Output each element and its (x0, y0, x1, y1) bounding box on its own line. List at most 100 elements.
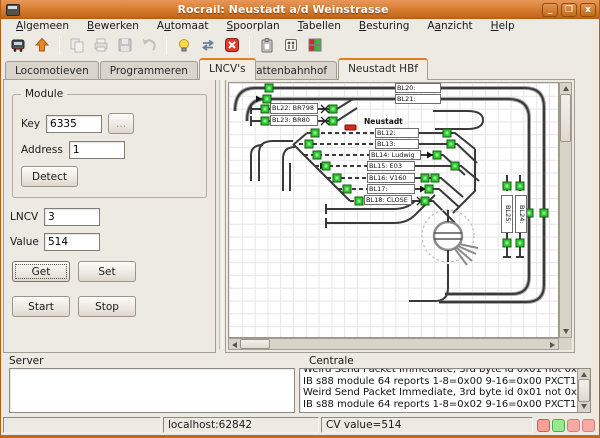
centrale-scroll-thumb[interactable] (578, 379, 590, 402)
block-label[interactable]: BL22: BR798 (270, 103, 318, 114)
block-label[interactable]: BL25: (501, 195, 513, 233)
menu-bewerken[interactable]: Bewerken (78, 20, 148, 32)
block-label[interactable]: BL21: (395, 94, 441, 104)
block-label[interactable]: BL23: BR80 (270, 115, 318, 126)
menu-bar: AlgemeenBewerkenAutomaatSpoorplanTabelle… (1, 19, 599, 32)
train-icon[interactable] (7, 34, 29, 56)
scroll-down-icon[interactable] (563, 329, 569, 334)
address-input[interactable] (69, 141, 125, 159)
block-label[interactable]: BL15: E03 (367, 161, 415, 171)
sensor-light (450, 143, 453, 146)
stop-icon[interactable] (221, 34, 243, 56)
plan-vscrollbar[interactable] (559, 82, 572, 338)
tab-neustadt-hbf[interactable]: Neustadt HBf (338, 58, 428, 80)
sensor-light (428, 188, 431, 191)
led-red (537, 419, 550, 432)
block-label[interactable]: BL24: (515, 195, 527, 233)
hscroll-thumb[interactable] (240, 339, 270, 349)
sensor-light (325, 165, 328, 168)
block-label[interactable]: BL17: (367, 184, 415, 194)
start-button[interactable]: Start (12, 296, 70, 317)
key-input[interactable] (46, 115, 102, 133)
detect-button[interactable]: Detect (21, 166, 78, 187)
minimize-button[interactable]: _ (542, 3, 558, 17)
log-line: Weird Send Packet Immediate, 3rd byte id… (303, 387, 574, 399)
paste-icon[interactable] (256, 34, 278, 56)
toolbar-separator (249, 36, 250, 54)
lamp-icon[interactable] (173, 34, 195, 56)
block-label[interactable]: BL18: CLOSE (364, 195, 412, 205)
sensor-light (332, 108, 335, 111)
status-leds (535, 417, 597, 433)
interface-icon[interactable] (280, 34, 302, 56)
undo-icon (138, 34, 160, 56)
block-label[interactable]: BL13: (375, 139, 419, 149)
module-group: Module Key ... Address Detect (12, 88, 207, 198)
menu-tabellen[interactable]: Tabellen (289, 20, 350, 32)
print-icon (90, 34, 112, 56)
maximize-button[interactable]: ❐ (561, 3, 577, 17)
server-log[interactable] (9, 368, 295, 413)
vscroll-thumb[interactable] (560, 94, 571, 142)
sensor-light (268, 87, 271, 90)
menu-spoorplan[interactable]: Spoorplan (218, 20, 289, 32)
led-green (552, 419, 565, 432)
sensor-light (332, 120, 335, 123)
log-line: Weird Send Packet Immediate, 3rd byte id… (303, 368, 574, 376)
scroll-up-icon[interactable] (581, 372, 587, 377)
led-pink1 (567, 419, 580, 432)
lncv-input[interactable] (44, 208, 100, 226)
pane-splitter[interactable] (216, 58, 225, 353)
tab-lncv-s[interactable]: LNCV's (199, 58, 256, 80)
status-cv-value: CV value=514 (321, 417, 533, 433)
block-label[interactable]: BL16: V160 (367, 173, 415, 183)
sensor-light (506, 242, 509, 245)
red-signal-icon[interactable] (345, 125, 356, 130)
scroll-left-icon[interactable] (232, 342, 237, 348)
left-tab-strip: LocomotievenProgrammerenLNCV's (3, 58, 216, 80)
log-line: IB s88 module 64 reports 1-8=0x02 9-16=0… (303, 399, 574, 411)
sensor-light (316, 154, 319, 157)
sensor-light (264, 108, 267, 111)
centrale-pane-label: Centrale (299, 355, 591, 368)
sensor-light (336, 177, 339, 180)
title-bar[interactable]: Rocrail: Neustadt a/d Weinstrasse _ ❐ x (1, 0, 599, 19)
block-label[interactable]: BL20: (395, 83, 441, 93)
toolbar-separator (166, 36, 167, 54)
block-label[interactable]: BL14: Ludwig (369, 150, 421, 160)
stop-button[interactable]: Stop (78, 296, 136, 317)
set-button[interactable]: Set (78, 261, 136, 282)
value-input[interactable] (44, 233, 100, 251)
block-label[interactable]: BL12: (375, 128, 419, 138)
app-icon (6, 4, 20, 16)
left-notebook: LocomotievenProgrammerenLNCV's Module Ke… (3, 58, 216, 353)
track-plan[interactable]: BL20:BL21: BL22: BR798BL23: BR80 BL12:BL13… (228, 82, 559, 338)
tab-programmeren[interactable]: Programmeren (100, 61, 198, 80)
sensor-light (436, 154, 439, 157)
sensor-light (346, 188, 349, 191)
scroll-up-icon[interactable] (563, 86, 569, 91)
sensor-light (264, 120, 267, 123)
get-button[interactable]: Get (12, 261, 70, 282)
sensor-light (506, 185, 509, 188)
upload-icon[interactable] (31, 34, 53, 56)
address-label: Address (21, 144, 63, 156)
station-name-label: Neustadt (364, 117, 403, 126)
scroll-right-icon[interactable] (550, 342, 555, 348)
colors-icon[interactable] (304, 34, 326, 56)
log-line: IB s88 module 64 reports 1-8=0x00 9-16=0… (303, 376, 574, 388)
menu-besturing[interactable]: Besturing (350, 20, 418, 32)
centrale-scrollbar[interactable] (577, 369, 590, 412)
key-label: Key (21, 118, 40, 130)
tab-locomotieven[interactable]: Locomotieven (5, 61, 99, 80)
scroll-down-icon[interactable] (581, 404, 587, 409)
menu-algemeen[interactable]: Algemeen (7, 20, 78, 32)
menu-automaat[interactable]: Automaat (148, 20, 218, 32)
plan-hscrollbar[interactable] (228, 338, 559, 350)
close-button[interactable]: x (580, 3, 596, 17)
browse-button[interactable]: ... (108, 113, 134, 134)
menu-aanzicht[interactable]: Aanzicht (418, 20, 481, 32)
sync-icon[interactable] (197, 34, 219, 56)
menu-help[interactable]: Help (482, 20, 524, 32)
centrale-log[interactable]: Weird Send Packet Immediate, 3rd byte id… (299, 368, 591, 413)
